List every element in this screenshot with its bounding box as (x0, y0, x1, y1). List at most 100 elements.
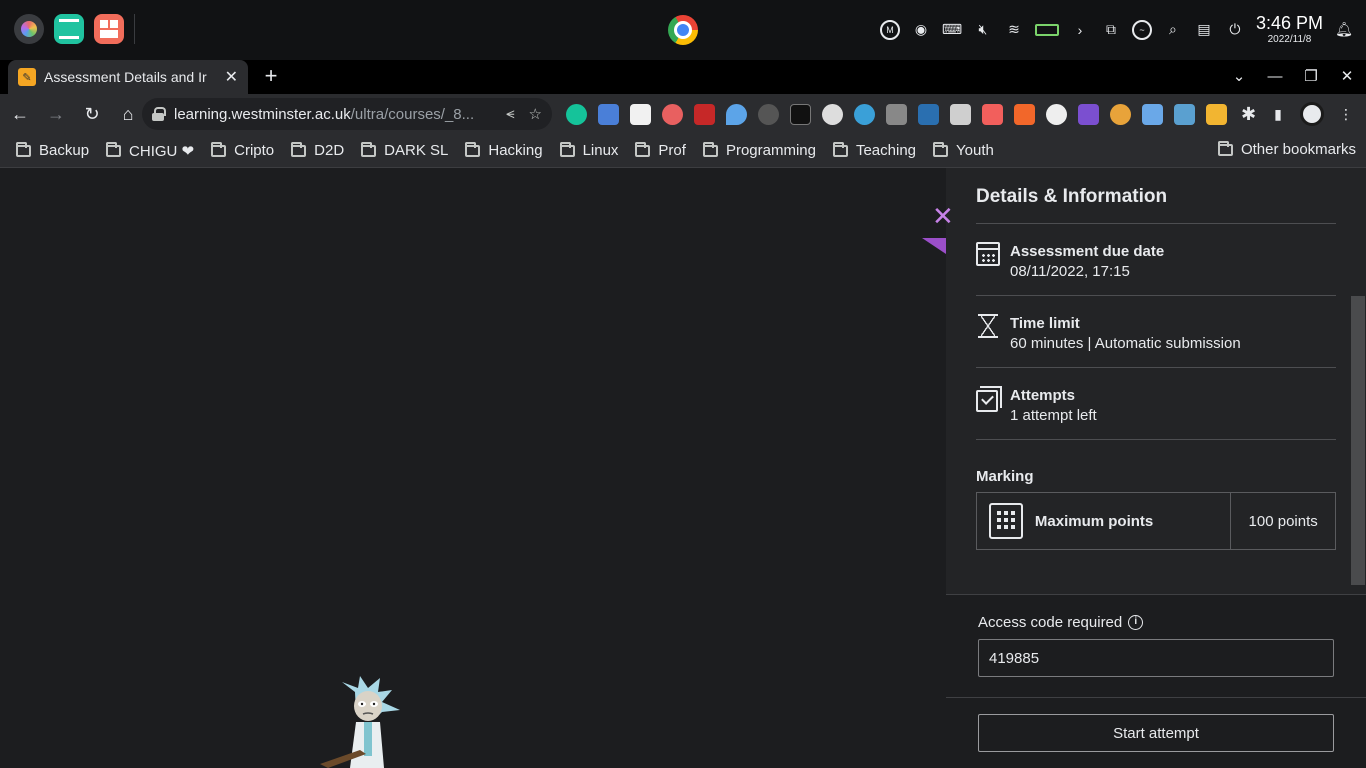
bookmark-folder[interactable]: Backup (16, 141, 89, 159)
off-extension-icon[interactable] (1174, 104, 1195, 125)
tab-assessment[interactable]: ✎ Assessment Details and Ir ✕ (8, 60, 248, 94)
bookmark-star-icon[interactable]: ☆ (529, 105, 542, 123)
brush-extension-icon[interactable] (950, 104, 971, 125)
tab-close-icon[interactable]: ✕ (225, 67, 238, 87)
extensions-row: ✱ (566, 104, 1259, 125)
info-icon[interactable]: i (1128, 615, 1144, 630)
forward-arrow-icon[interactable]: → (40, 98, 72, 130)
address-bar[interactable]: learning.westminster.ac.uk/ultra/courses… (142, 98, 552, 130)
bookmark-folder[interactable]: Linux (559, 141, 618, 159)
url-host: learning.westminster.ac.uk (174, 105, 351, 123)
glasses-extension-icon[interactable] (1046, 104, 1067, 125)
side-panel-icon[interactable]: ▮ (1268, 104, 1288, 124)
blue-extension-icon[interactable] (918, 104, 939, 125)
folder-icon (1217, 140, 1233, 156)
chrome-taskbar-icon[interactable] (668, 15, 698, 45)
hat-extension-icon[interactable] (758, 104, 779, 125)
browser-toolbar: ← → ↻ ⌂ learning.westminster.ac.uk/ultra… (0, 94, 1366, 134)
power-icon[interactable]: ⏻ (1225, 20, 1245, 40)
back-arrow-icon[interactable]: ← (4, 98, 36, 130)
folder-icon (832, 141, 848, 157)
pen-extension-icon[interactable] (1142, 104, 1163, 125)
grammarly-extension-icon[interactable] (566, 104, 587, 125)
search-icon[interactable]: ⌕ (1163, 20, 1183, 40)
translate-extension-icon[interactable] (598, 104, 619, 125)
new-tab-button[interactable]: + (260, 65, 282, 88)
attempts-value: 1 attempt left (1010, 407, 1097, 424)
chevron-right-icon[interactable]: › (1070, 20, 1090, 40)
yellow-extension-icon[interactable] (1206, 104, 1227, 125)
volume-muted-icon[interactable]: 🔇︎ (973, 20, 993, 40)
terminal-app-icon[interactable] (54, 14, 84, 44)
launcher-icon[interactable] (14, 14, 44, 44)
pickaxe-extension-icon[interactable] (886, 104, 907, 125)
mask-extension-icon[interactable] (822, 104, 843, 125)
bookmark-folder[interactable]: CHIGU ❤ (106, 141, 194, 160)
access-code-input[interactable] (978, 639, 1334, 677)
clock-time: 3:46 PM (1255, 13, 1323, 33)
bookmark-folder[interactable]: DARK SL (361, 141, 448, 159)
max-points-value: 100 points (1230, 493, 1335, 549)
bookmark-folder[interactable]: Teaching (832, 141, 916, 159)
bookmark-folder[interactable]: Hacking (465, 141, 543, 159)
keyboard-icon[interactable]: ⌨ (942, 20, 962, 40)
screenshot-icon[interactable]: ⧉ (1101, 20, 1121, 40)
folder-icon (291, 141, 307, 157)
max-points-label: Maximum points (1034, 512, 1154, 530)
arrow-extension-icon[interactable] (982, 104, 1003, 125)
minimize-icon[interactable]: — (1264, 66, 1286, 88)
tab-search-chevron-icon[interactable]: ⌄ (1228, 66, 1250, 88)
attempts-row: Attempts 1 attempt left (976, 386, 1336, 426)
bookmark-folder[interactable]: D2D (291, 141, 344, 159)
marking-heading: Marking (976, 468, 1034, 485)
battery-icon[interactable] (1034, 23, 1059, 36)
cookie-extension-icon[interactable] (630, 104, 651, 125)
fox-extension-icon[interactable] (1014, 104, 1035, 125)
tray-chrome-icon[interactable]: ◉ (911, 20, 931, 40)
bookmark-label: Youth (956, 142, 994, 159)
lock-icon[interactable] (152, 107, 166, 121)
bookmark-folder[interactable]: Youth (933, 141, 994, 159)
keyboard-layout-icon[interactable]: ▤ (1194, 20, 1214, 40)
app-grid-icon[interactable] (94, 14, 124, 44)
system-tray: M ◉ ⌨ 🔇︎ ≋ › ⧉ ~ ⌕ ▤ ⏻ 3:46 PM 2022/11/8… (879, 14, 1354, 45)
profile-avatar[interactable] (1300, 102, 1324, 126)
red-extension-icon[interactable] (694, 104, 715, 125)
clock[interactable]: 3:46 PM 2022/11/8 (1256, 14, 1323, 45)
tray-m-icon[interactable]: M (879, 19, 900, 40)
start-attempt-button[interactable]: Start attempt (978, 714, 1334, 752)
attempts-label: Attempts (1010, 387, 1076, 404)
close-window-icon[interactable]: ✕ (1336, 66, 1358, 88)
share-icon[interactable]: ⪪ (506, 105, 514, 123)
access-code-label: Access code required i (978, 614, 1144, 631)
pin-extension-icon[interactable] (726, 104, 747, 125)
kebab-menu-icon[interactable]: ⋮ (1336, 104, 1356, 124)
heart-extension-icon[interactable] (854, 104, 875, 125)
pills-extension-icon[interactable] (662, 104, 683, 125)
reload-icon[interactable]: ↻ (76, 98, 108, 130)
cube-extension-icon[interactable] (1078, 104, 1099, 125)
black-extension-icon[interactable] (790, 104, 811, 125)
wifi-icon[interactable]: ≋ (1004, 20, 1024, 40)
bookmarks-bar: Backup CHIGU ❤ Cripto D2D DARK SL Hacking Linu… (0, 134, 1366, 168)
folder-icon (635, 141, 651, 157)
puzzle-extensions-icon[interactable]: ✱ (1238, 104, 1259, 125)
folder-icon (211, 141, 227, 157)
clock-date: 2022/11/8 (1267, 34, 1312, 45)
close-icon[interactable]: ✕ (932, 203, 954, 229)
other-bookmarks[interactable]: Other bookmarks (1217, 140, 1356, 158)
activity-icon[interactable]: ~ (1131, 19, 1152, 40)
bookmark-folder[interactable]: Prof (635, 141, 686, 159)
bookmark-folder[interactable]: Cripto (211, 141, 274, 159)
divider (976, 367, 1336, 368)
mushroom-extension-icon[interactable] (1110, 104, 1131, 125)
bookmark-folder[interactable]: Programming (702, 141, 816, 159)
due-date-row: Assessment due date 08/11/2022, 17:15 (976, 242, 1336, 282)
notification-bell-icon[interactable]: 🔔︎ (1334, 20, 1354, 40)
divider (976, 223, 1336, 224)
home-icon[interactable]: ⌂ (112, 98, 144, 130)
panel-scrollbar[interactable] (1351, 296, 1365, 585)
restore-icon[interactable]: ❐ (1300, 66, 1322, 88)
due-date-value: 08/11/2022, 17:15 (1010, 263, 1130, 280)
marking-table: Maximum points 100 points (976, 492, 1336, 550)
